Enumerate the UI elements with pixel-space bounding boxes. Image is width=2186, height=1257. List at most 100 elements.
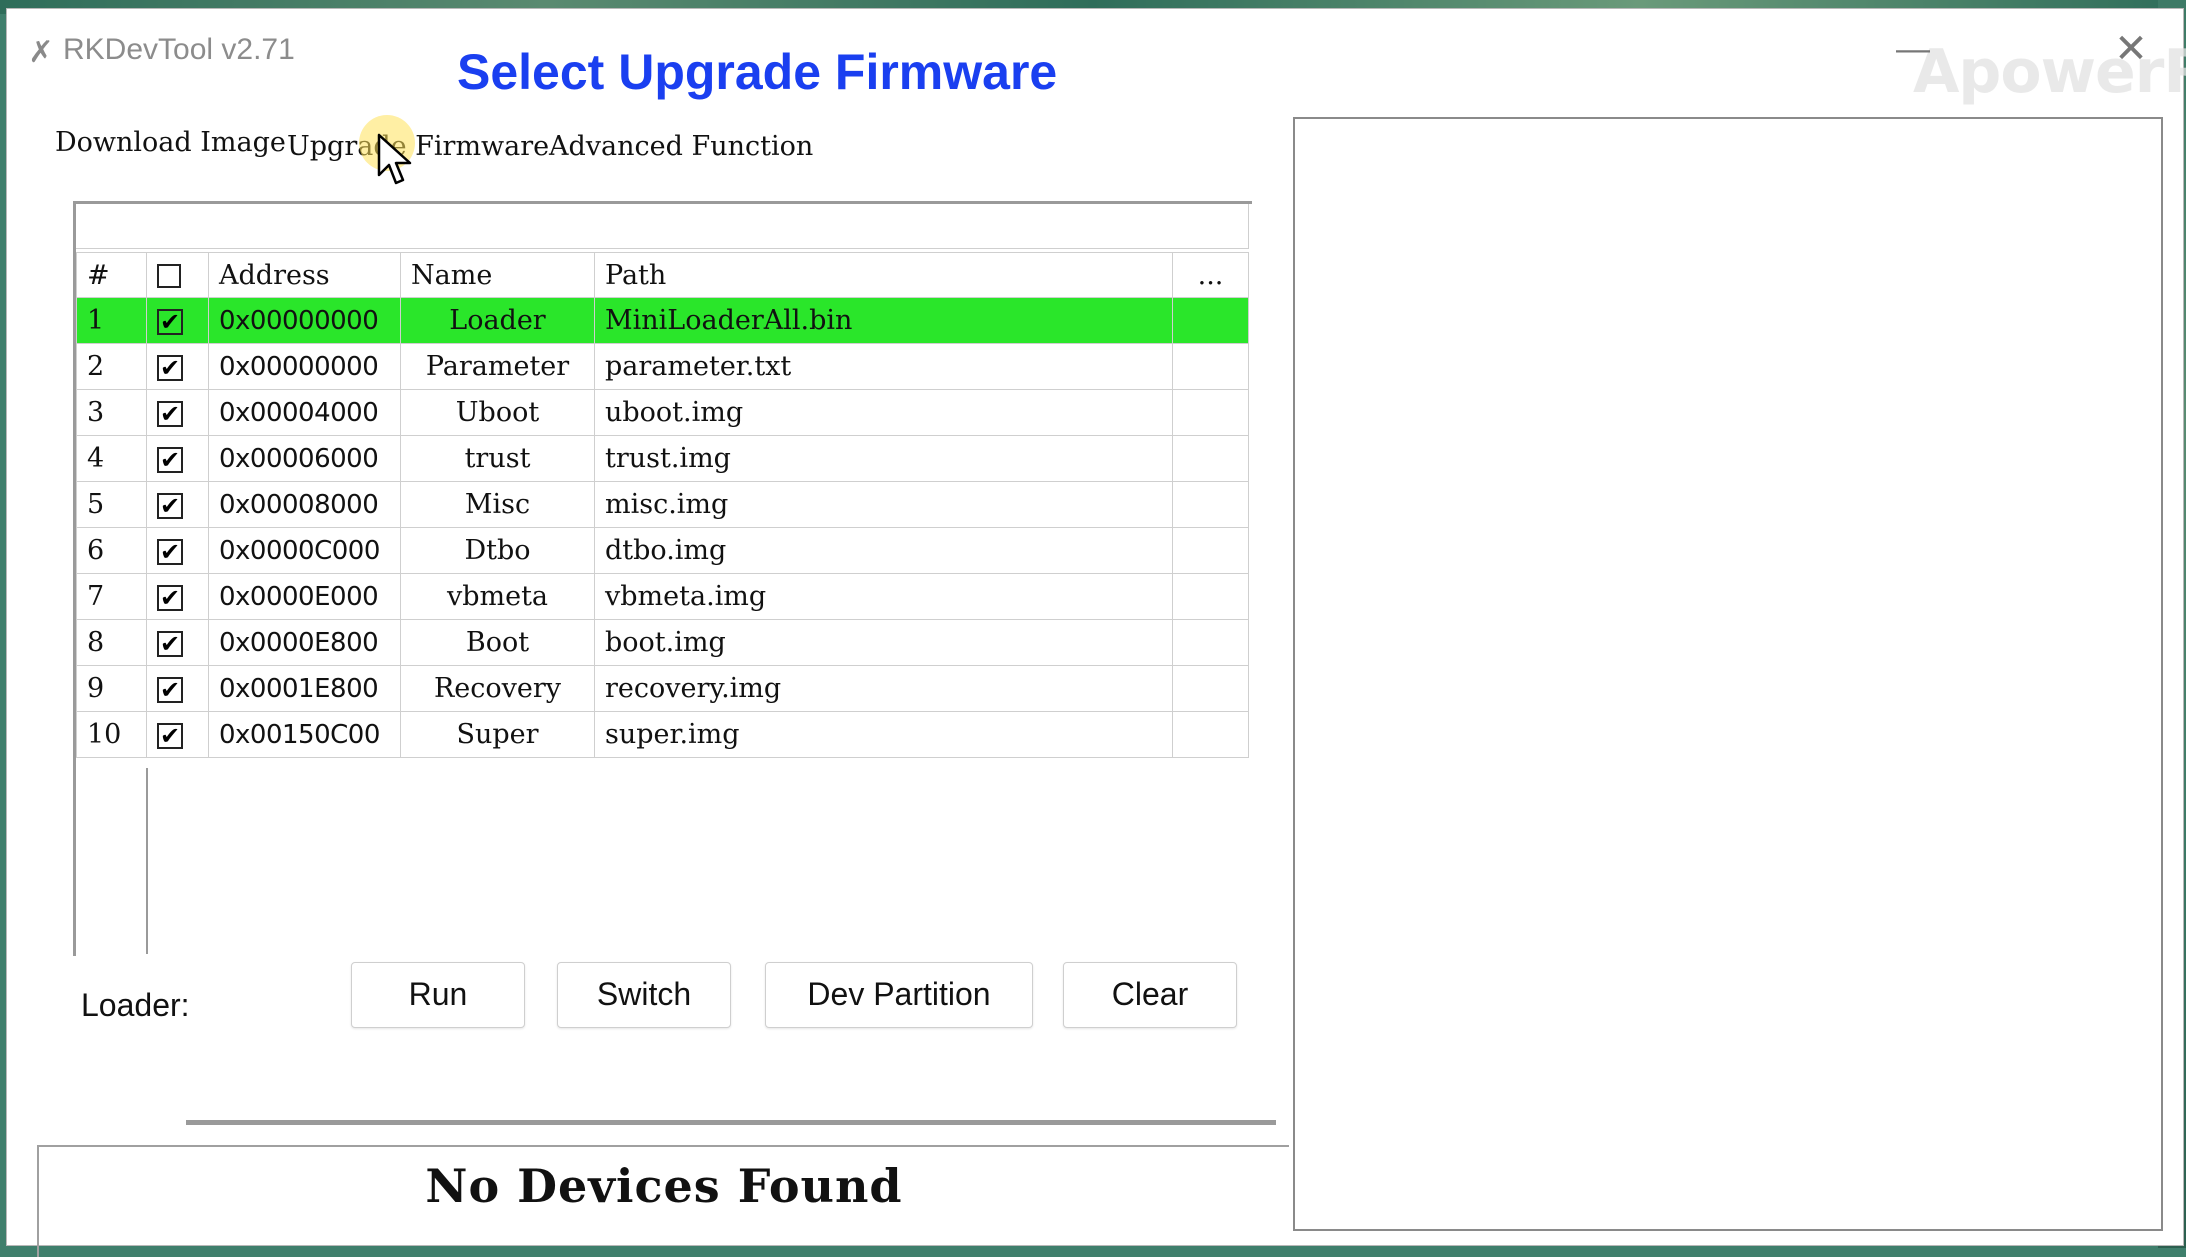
row-browse-cell[interactable] bbox=[1172, 297, 1249, 344]
status-bar: No Devices Found bbox=[37, 1145, 1289, 1257]
row-name: Uboot bbox=[400, 389, 595, 436]
loader-label: Loader: bbox=[81, 987, 190, 1023]
row-checkbox-cell[interactable]: ✔ bbox=[146, 527, 209, 574]
table-row[interactable]: 9 ✔ 0x0001E800 Recovery recovery.img bbox=[76, 665, 1249, 712]
log-panel[interactable] bbox=[1293, 117, 2163, 1231]
row-browse-cell[interactable] bbox=[1172, 527, 1249, 574]
row-address: 0x00000000 bbox=[208, 297, 401, 344]
row-checkbox-cell[interactable]: ✔ bbox=[146, 665, 209, 712]
mouse-pointer-icon bbox=[377, 133, 412, 185]
row-checkbox-cell[interactable]: ✔ bbox=[146, 343, 209, 390]
row-checkbox-cell[interactable]: ✔ bbox=[146, 619, 209, 666]
window-title: RKDevTool v2.71 bbox=[63, 33, 295, 66]
row-number: 2 bbox=[76, 343, 147, 390]
row-checkbox[interactable]: ✔ bbox=[157, 630, 183, 657]
row-number: 6 bbox=[76, 527, 147, 574]
row-address: 0x00004000 bbox=[208, 389, 401, 436]
row-name: Super bbox=[400, 711, 595, 758]
row-name: Recovery bbox=[400, 665, 595, 712]
column-header-path[interactable]: Path bbox=[594, 252, 1173, 298]
row-address: 0x0000E800 bbox=[208, 619, 401, 666]
row-name: Loader bbox=[400, 297, 595, 344]
row-browse-cell[interactable] bbox=[1172, 481, 1249, 528]
row-number: 8 bbox=[76, 619, 147, 666]
row-path[interactable]: vbmeta.img bbox=[594, 573, 1173, 620]
switch-button[interactable]: Switch bbox=[557, 962, 731, 1028]
row-checkbox-cell[interactable]: ✔ bbox=[146, 573, 209, 620]
column-header-name[interactable]: Name bbox=[400, 252, 595, 298]
app-tools-icon: ✗ bbox=[28, 36, 54, 69]
row-path[interactable]: uboot.img bbox=[594, 389, 1173, 436]
table-row[interactable]: 5 ✔ 0x00008000 Misc misc.img bbox=[76, 481, 1249, 528]
row-checkbox[interactable]: ✔ bbox=[157, 446, 183, 473]
rkdevtool-window: ✗ RKDevTool v2.71 Select Upgrade Firmwar… bbox=[6, 8, 2186, 1257]
table-row[interactable]: 4 ✔ 0x00006000 trust trust.img bbox=[76, 435, 1249, 482]
row-browse-cell[interactable] bbox=[1172, 711, 1249, 758]
column-header-more[interactable]: ... bbox=[1172, 252, 1249, 298]
run-button[interactable]: Run bbox=[351, 962, 525, 1028]
partition-grid: # Address Name Path ... 1 ✔ 0x00000000 Load… bbox=[73, 201, 1276, 1125]
row-path[interactable]: parameter.txt bbox=[594, 343, 1173, 390]
row-checkbox[interactable]: ✔ bbox=[157, 676, 183, 703]
row-address: 0x00006000 bbox=[208, 435, 401, 482]
row-checkbox[interactable]: ✔ bbox=[157, 722, 183, 749]
row-checkbox[interactable]: ✔ bbox=[157, 584, 183, 611]
row-address: 0x00000000 bbox=[208, 343, 401, 390]
row-number: 1 bbox=[76, 297, 147, 344]
row-number: 10 bbox=[76, 711, 147, 758]
device-status-text: No Devices Found bbox=[425, 1159, 903, 1213]
row-name: Boot bbox=[400, 619, 595, 666]
row-checkbox[interactable]: ✔ bbox=[157, 538, 183, 565]
row-browse-cell[interactable] bbox=[1172, 665, 1249, 712]
row-browse-cell[interactable] bbox=[1172, 389, 1249, 436]
row-path[interactable]: boot.img bbox=[594, 619, 1173, 666]
select-all-checkbox[interactable] bbox=[157, 264, 181, 288]
tab-advanced-function[interactable]: Advanced Function bbox=[549, 131, 813, 162]
row-browse-cell[interactable] bbox=[1172, 435, 1249, 482]
row-browse-cell[interactable] bbox=[1172, 343, 1249, 390]
row-path[interactable]: misc.img bbox=[594, 481, 1173, 528]
row-checkbox[interactable]: ✔ bbox=[157, 354, 183, 381]
row-checkbox-cell[interactable]: ✔ bbox=[146, 711, 209, 758]
overlay-caption: Select Upgrade Firmware bbox=[457, 44, 1058, 100]
row-number: 7 bbox=[76, 573, 147, 620]
row-checkbox-cell[interactable]: ✔ bbox=[146, 389, 209, 436]
row-path[interactable]: trust.img bbox=[594, 435, 1173, 482]
tab-download-image[interactable]: Download Image bbox=[55, 127, 286, 158]
row-address: 0x00150C00 bbox=[208, 711, 401, 758]
row-address: 0x0000C000 bbox=[208, 527, 401, 574]
tab-upgrade-firmware[interactable]: Upgrade Firmware bbox=[287, 131, 549, 162]
table-row[interactable]: 10 ✔ 0x00150C00 Super super.img bbox=[76, 711, 1249, 758]
row-path[interactable]: dtbo.img bbox=[594, 527, 1173, 574]
table-row[interactable]: 8 ✔ 0x0000E800 Boot boot.img bbox=[76, 619, 1249, 666]
row-checkbox[interactable]: ✔ bbox=[157, 400, 183, 427]
row-checkbox-cell[interactable]: ✔ bbox=[146, 481, 209, 528]
clear-button[interactable]: Clear bbox=[1063, 962, 1237, 1028]
row-number: 5 bbox=[76, 481, 147, 528]
row-browse-cell[interactable] bbox=[1172, 619, 1249, 666]
row-number: 4 bbox=[76, 435, 147, 482]
horizontal-scrollbar[interactable] bbox=[186, 1120, 1276, 1125]
row-address: 0x0001E800 bbox=[208, 665, 401, 712]
table-row[interactable]: 6 ✔ 0x0000C000 Dtbo dtbo.img bbox=[76, 527, 1249, 574]
row-checkbox-cell[interactable]: ✔ bbox=[146, 297, 209, 344]
column-header-check[interactable] bbox=[146, 252, 209, 298]
minimize-button[interactable]: — bbox=[1893, 29, 1933, 69]
row-checkbox[interactable]: ✔ bbox=[157, 492, 183, 519]
row-path[interactable]: super.img bbox=[594, 711, 1173, 758]
row-browse-cell[interactable] bbox=[1172, 573, 1249, 620]
table-row[interactable]: 2 ✔ 0x00000000 Parameter parameter.txt bbox=[76, 343, 1249, 390]
dev-partition-button[interactable]: Dev Partition bbox=[765, 962, 1033, 1028]
close-button[interactable]: ✕ bbox=[2109, 27, 2153, 71]
row-number: 9 bbox=[76, 665, 147, 712]
table-row[interactable]: 3 ✔ 0x00004000 Uboot uboot.img bbox=[76, 389, 1249, 436]
row-checkbox[interactable]: ✔ bbox=[157, 308, 183, 335]
partition-table: # Address Name Path ... 1 ✔ 0x00000000 Load… bbox=[76, 252, 1249, 758]
column-header-address[interactable]: Address bbox=[208, 252, 401, 298]
column-header-num[interactable]: # bbox=[76, 252, 147, 298]
row-checkbox-cell[interactable]: ✔ bbox=[146, 435, 209, 482]
table-row[interactable]: 7 ✔ 0x0000E000 vbmeta vbmeta.img bbox=[76, 573, 1249, 620]
row-path[interactable]: MiniLoaderAll.bin bbox=[594, 297, 1173, 344]
row-path[interactable]: recovery.img bbox=[594, 665, 1173, 712]
table-row[interactable]: 1 ✔ 0x00000000 Loader MiniLoaderAll.bin bbox=[76, 297, 1249, 344]
